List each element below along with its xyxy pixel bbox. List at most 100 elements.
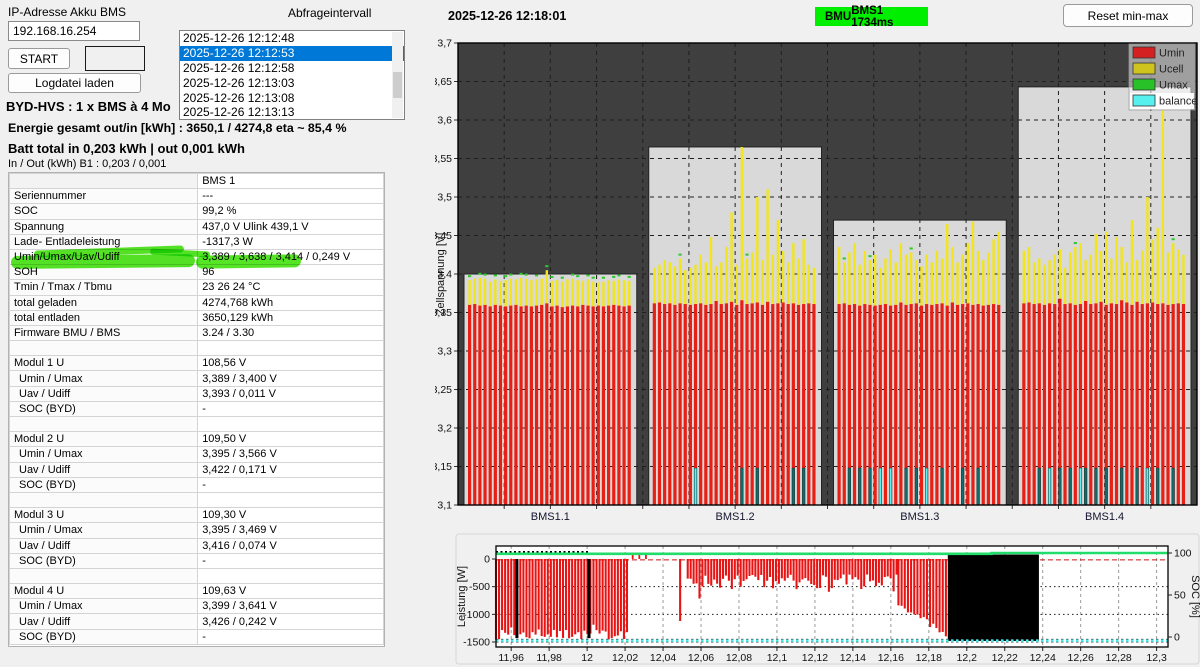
- interval-list-item[interactable]: 2025-12-26 12:12:53: [180, 46, 404, 61]
- table-row: Umin / Umax3,395 / 3,566 V: [10, 447, 384, 462]
- svg-text:-500: -500: [469, 581, 490, 593]
- connection-status-badge: BMU BMS1 1734ms: [815, 7, 928, 26]
- svg-text:12,2: 12,2: [957, 652, 978, 664]
- table-row: Modul 2 U109,50 V: [10, 432, 384, 447]
- load-logfile-button[interactable]: Logdatei laden: [8, 73, 141, 93]
- svg-text:12: 12: [581, 652, 593, 664]
- svg-text:3,2: 3,2: [437, 423, 452, 435]
- svg-text:12,02: 12,02: [612, 652, 638, 664]
- ip-address-label: IP-Adresse Akku BMS: [8, 5, 126, 19]
- svg-text:12,22: 12,22: [992, 652, 1018, 664]
- svg-text:11,98: 11,98: [536, 652, 562, 664]
- svg-text:Umax: Umax: [1159, 80, 1188, 92]
- svg-text:12,1: 12,1: [767, 652, 788, 664]
- svg-text:12,04: 12,04: [650, 652, 676, 664]
- svg-text:12,24: 12,24: [1030, 652, 1056, 664]
- table-row: [10, 568, 384, 583]
- svg-text:BMS1.2: BMS1.2: [716, 511, 755, 523]
- svg-text:Leistung [W]: Leistung [W]: [456, 566, 468, 627]
- table-row: Modul 3 U109,30 V: [10, 508, 384, 523]
- table-row: Tmin / Tmax / Tbmu23 26 24 °C: [10, 280, 384, 295]
- svg-text:12,26: 12,26: [1068, 652, 1094, 664]
- svg-text:SOC [%]: SOC [%]: [1189, 575, 1200, 618]
- interval-list-item[interactable]: 2025-12-26 12:13:03: [180, 76, 404, 91]
- svg-text:balance: balance: [1159, 96, 1198, 108]
- svg-text:11,96: 11,96: [498, 652, 524, 664]
- interval-list-item[interactable]: 2025-12-26 12:13:13: [180, 105, 404, 120]
- table-row: Firmware BMU / BMS3.24 / 3.30: [10, 325, 384, 340]
- svg-text:3,5: 3,5: [437, 192, 452, 204]
- svg-text:3,55: 3,55: [435, 153, 452, 165]
- svg-text:12,28: 12,28: [1106, 652, 1132, 664]
- svg-text:100: 100: [1174, 548, 1192, 560]
- svg-text:Ucell: Ucell: [1159, 64, 1183, 76]
- ip-address-input[interactable]: 192.168.16.254: [8, 21, 140, 41]
- bms-data-table: BMS 1Seriennummer---SOC99,2 %Spannung437…: [8, 172, 385, 647]
- table-row: Umin / Umax3,399 / 3,641 V: [10, 599, 384, 614]
- interval-list-item[interactable]: 2025-12-26 12:12:48: [180, 31, 404, 46]
- svg-text:3,6: 3,6: [437, 115, 452, 127]
- interval-listbox[interactable]: 2025-12-26 12:12:482025-12-26 12:12:5320…: [179, 30, 405, 120]
- svg-text:12,06: 12,06: [688, 652, 714, 664]
- svg-text:Zellspannung [V]: Zellspannung [V]: [435, 233, 447, 316]
- svg-text:3,7: 3,7: [437, 38, 452, 50]
- svg-text:0: 0: [1174, 632, 1180, 644]
- svg-text:BMS1.4: BMS1.4: [1085, 511, 1124, 523]
- svg-text:12,3: 12,3: [1146, 652, 1167, 664]
- table-row: total geladen4274,768 kWh: [10, 295, 384, 310]
- cell-voltage-chart: 3,73,653,63,553,53,453,43,353,33,253,23,…: [435, 30, 1200, 530]
- table-row: Seriennummer---: [10, 189, 384, 204]
- svg-text:3,15: 3,15: [435, 461, 452, 473]
- svg-text:3,1: 3,1: [437, 500, 452, 512]
- status-indicator-box: [85, 46, 145, 71]
- svg-text:50: 50: [1174, 590, 1186, 602]
- svg-text:12,08: 12,08: [726, 652, 752, 664]
- table-row: SOC (BYD)-: [10, 401, 384, 416]
- table-row: Uav / Udiff3,426 / 0,242 V: [10, 614, 384, 629]
- energy-total-text: Energie gesamt out/in [kWh] : 3650,1 / 4…: [8, 121, 346, 135]
- interval-list-item[interactable]: 2025-12-26 12:13:08: [180, 91, 404, 106]
- table-row: SOC99,2 %: [10, 204, 384, 219]
- table-row: Umin / Umax3,389 / 3,400 V: [10, 371, 384, 386]
- svg-text:12,16: 12,16: [878, 652, 904, 664]
- table-row: Spannung437,0 V Ulink 439,1 V: [10, 219, 384, 234]
- svg-text:0: 0: [484, 554, 490, 566]
- svg-text:3,3: 3,3: [437, 346, 452, 358]
- inout-kwh-text: In / Out (kWh) B1 : 0,203 / 0,001: [8, 158, 166, 170]
- svg-text:12,12: 12,12: [802, 652, 828, 664]
- current-datetime: 2025-12-26 12:18:01: [448, 9, 566, 23]
- table-row: Lade- Entladeleistung-1317,3 W: [10, 234, 384, 249]
- svg-text:BMS1.1: BMS1.1: [531, 511, 570, 523]
- power-soc-chart: 0-500-1000-150010050011,9611,981212,0212…: [455, 533, 1200, 667]
- start-button[interactable]: START: [8, 48, 70, 69]
- badge-bmu-label: BMU: [825, 11, 851, 23]
- listbox-scrollbar[interactable]: [392, 32, 403, 118]
- svg-text:3,65: 3,65: [435, 76, 452, 88]
- svg-text:Umin: Umin: [1159, 48, 1185, 60]
- table-row: Uav / Udiff3,416 / 0,074 V: [10, 538, 384, 553]
- table-row: Modul 4 U109,63 V: [10, 584, 384, 599]
- table-row: [10, 341, 384, 356]
- svg-text:3,25: 3,25: [435, 384, 452, 396]
- table-row: SOC (BYD)-: [10, 629, 384, 644]
- svg-text:BMS1.3: BMS1.3: [900, 511, 939, 523]
- table-row: Modul 1 U108,56 V: [10, 356, 384, 371]
- svg-text:-1500: -1500: [463, 637, 490, 649]
- badge-bms-label: BMS1 1734ms: [851, 5, 918, 29]
- svg-text:12,18: 12,18: [916, 652, 942, 664]
- table-row: [10, 492, 384, 507]
- batt-total-text: Batt total in 0,203 kWh | out 0,001 kWh: [8, 141, 245, 156]
- interval-list-item[interactable]: 2025-12-26 12:12:58: [180, 61, 404, 76]
- table-row: total entladen3650,129 kWh: [10, 310, 384, 325]
- reset-minmax-button[interactable]: Reset min-max: [1063, 4, 1193, 27]
- table-row: SOC (BYD)-: [10, 477, 384, 492]
- listbox-scrollbar-thumb[interactable]: [393, 72, 402, 98]
- table-row: Umin / Umax3,395 / 3,469 V: [10, 523, 384, 538]
- table-header-row: BMS 1: [10, 174, 384, 189]
- system-config-text: BYD-HVS : 1 x BMS à 4 Mo: [6, 99, 171, 114]
- bms-monitor-app: { "left_panel": { "ip_label": "IP-Adress…: [0, 0, 1200, 667]
- table-row: SOC (BYD)-: [10, 553, 384, 568]
- svg-text:12,14: 12,14: [840, 652, 866, 664]
- table-row: Uav / Udiff3,393 / 0,011 V: [10, 386, 384, 401]
- interval-label: Abfrageintervall: [288, 6, 371, 20]
